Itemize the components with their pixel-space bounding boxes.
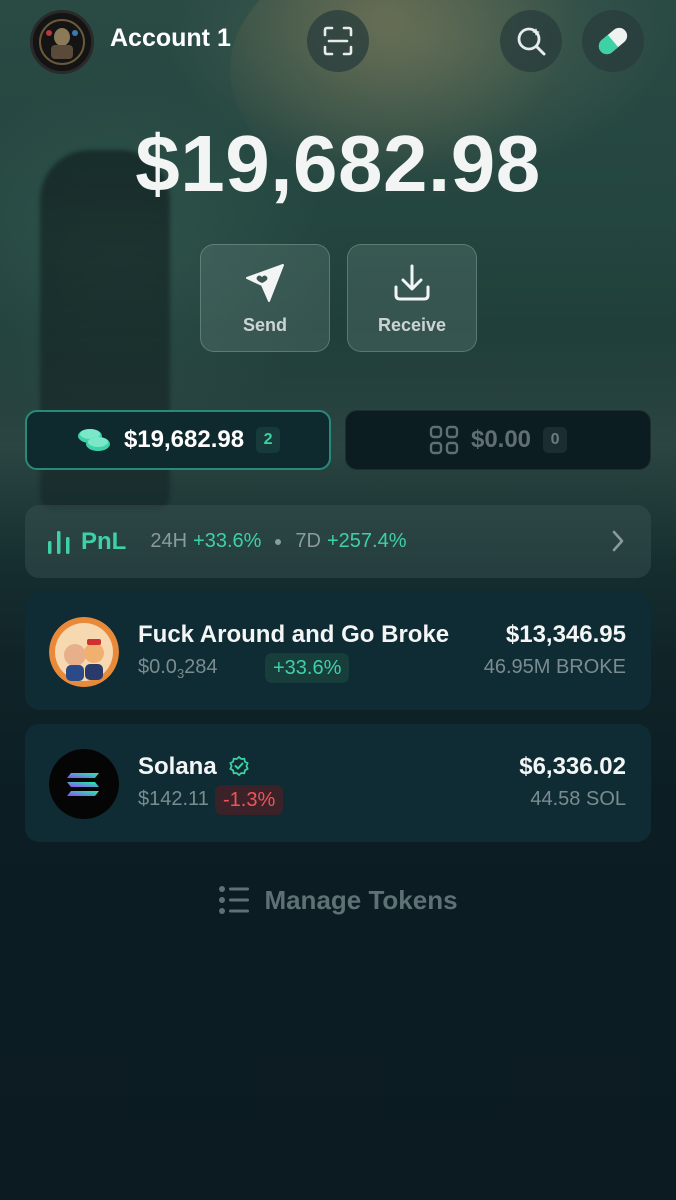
avatar-image [33,13,91,71]
token-value: $6,336.02 [519,753,626,780]
pill-icon [598,27,628,55]
chevron-right-icon [612,530,624,552]
pnl-change-24h: +33.6% [193,530,262,552]
tab-collectibles[interactable]: $0.00 0 [345,410,651,470]
token-name: Solana [138,753,250,781]
search-button[interactable] [500,10,562,72]
tokens-count-badge: 2 [256,427,281,453]
token-value: $13,346.95 [505,621,626,648]
account-avatar[interactable] [30,10,94,74]
total-balance: $19,682.98 [135,119,541,208]
download-icon [394,264,430,300]
solana-icon [49,749,119,819]
manage-tokens-label: Manage Tokens [264,884,458,915]
tokens-amount: $19,682.98 [123,426,245,453]
token-row[interactable]: Fuck Around and Go Broke $0.03284 +33.6%… [25,592,651,710]
collectibles-count-badge: 0 [543,427,568,453]
token-quantity: 44.58 SOL [530,788,626,810]
token-row[interactable]: Solana $142.11 -1.3% $6,336.02 44.58 SOL [25,724,651,842]
search-sparkle-icon [517,27,546,56]
grid-icon [429,425,459,455]
send-icon [246,263,284,302]
separator-dot [275,538,282,545]
bar-chart-icon [48,530,70,554]
pnl-title: PnL [81,527,127,555]
pnl-summary[interactable]: PnL 24H +33.6% 7D +257.4% [25,505,651,578]
send-label: Send [242,314,287,335]
list-icon [219,886,250,914]
pnl-change-7d: +257.4% [327,530,407,552]
collectibles-amount: $0.00 [470,426,532,453]
token-change-badge: +33.6% [265,653,350,683]
tab-tokens[interactable]: $19,682.98 2 [25,410,331,470]
account-name[interactable]: Account 1 [110,24,231,53]
pnl-period-7d: 7D [295,530,321,552]
pnl-period-24h: 24H [150,530,188,552]
broke-token-icon [49,617,119,687]
token-price: $0.03284 [138,656,218,681]
token-change-badge: -1.3% [215,785,284,815]
scan-icon [323,26,353,56]
manage-tokens-button[interactable]: Manage Tokens [0,880,676,920]
send-button[interactable]: Send [200,244,330,352]
verified-badge-icon [229,755,250,777]
token-quantity: 46.95M BROKE [483,656,626,678]
coins-icon [77,429,110,451]
receive-label: Receive [377,314,447,335]
receive-button[interactable]: Receive [347,244,477,352]
token-name: Fuck Around and Go Broke [138,621,450,648]
token-price: $142.11 [138,788,209,810]
app-menu-button[interactable] [582,10,644,72]
scan-button[interactable] [307,10,369,72]
